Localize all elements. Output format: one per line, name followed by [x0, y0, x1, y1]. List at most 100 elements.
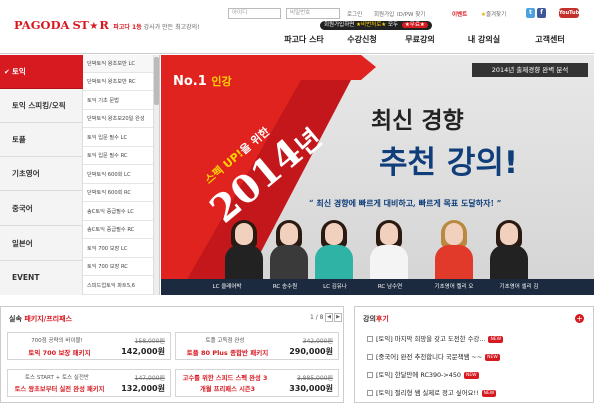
star-icon: ★ [89, 21, 99, 32]
course-item[interactable]: 단박토익 왕초보20일 완성 [83, 110, 153, 128]
teacher-body [370, 245, 408, 279]
package-price: 330,000원 [289, 384, 333, 393]
course-item[interactable]: 스피드업토익 파트5,6 [83, 277, 153, 295]
header: PAGODA ST ★ R 파고다 1등 강사가 만든 최고강의! 아이디 비밀… [0, 0, 594, 54]
category-basic-english[interactable]: 기초영어 [0, 157, 83, 191]
package-subtitle: 토스 START + 토스 실전반 [25, 375, 89, 381]
package-original-price: 158,000원 [134, 338, 165, 345]
no1-text: No.1 [173, 74, 207, 89]
teacher-caption[interactable]: 기초영어 켈리 오 [422, 279, 486, 295]
logo[interactable]: PAGODA ST ★ R 파고다 1등 강사가 만든 최고강의! [14, 18, 200, 32]
nav-enroll[interactable]: 수강신청 [338, 31, 386, 49]
package-title: 실속 패키지/프리패스 [9, 314, 72, 324]
package-original-price: 3,885,000원 [296, 375, 333, 382]
course-item[interactable]: 토익 기초 문법 [83, 92, 153, 110]
teacher-caption[interactable]: LC 김유나 [307, 279, 363, 295]
main-nav: 파고다 스타 수강신청 무료강의 내 강의실 고객센터 [280, 31, 594, 49]
page: PAGODA ST ★ R 파고다 1등 강사가 만든 최고강의! 아이디 비밀… [0, 0, 594, 403]
course-item[interactable]: 토익 입문 필수 RC [83, 147, 153, 165]
review-text: [중국어] 완전 추천합니다 국문책쌤 ~~ [376, 353, 483, 361]
hero-banner[interactable]: No.1 인강 스펙 UP!을 위한 2014년 2014년 출제경향 완벽 분… [161, 55, 594, 295]
logo-brand-3: R [99, 18, 109, 32]
hero-no1-label: No.1 인강 [173, 73, 232, 89]
facebook-icon[interactable]: f [537, 8, 546, 18]
teacher-caption[interactable]: RC 남수연 [362, 279, 418, 295]
category-chinese[interactable]: 중국어 [0, 192, 83, 226]
teacher-face [325, 223, 343, 245]
course-item[interactable]: 단박토익 왕초보반 LC [83, 55, 153, 73]
review-text: [토익] 절리형 쌤 실제로 정고 싶어요!! [376, 389, 479, 397]
nav-pagoda-star[interactable]: 파고다 스타 [280, 31, 328, 49]
review-item[interactable]: [토익] 마지막 희망을 갖고 도전한 수강... NEW [367, 333, 587, 345]
promo-text-4: ★무료★ [401, 22, 428, 28]
teacher-photo [486, 220, 532, 279]
plus-icon[interactable]: + [575, 314, 584, 323]
teacher-body [490, 245, 528, 279]
teacher-body [225, 245, 263, 279]
prev-arrow-icon[interactable]: ◀ [325, 313, 333, 322]
review-item[interactable]: [중국어] 완전 추천합니다 국문책쌤 ~~ NEW [367, 351, 587, 363]
nav-my-classroom[interactable]: 내 강의실 [460, 31, 508, 49]
course-list-scrollbar[interactable] [153, 55, 159, 295]
category-toeic[interactable]: ✔ 토익 [0, 55, 89, 89]
category-label: 토익 [12, 67, 26, 76]
signup-link[interactable]: 회원가입 [374, 10, 394, 18]
package-card[interactable]: 고수를 위한 스피드 스펙 완성 3 개월 프리패스 시즌3 3,885,000… [175, 369, 339, 397]
teacher-caption[interactable]: LC 클레어박 [199, 279, 255, 295]
package-card[interactable]: 토플 고득점 완성 토플 80 Plus 종합반 패키지 342,000원 29… [175, 332, 339, 360]
check-icon: ✔ [4, 68, 10, 76]
password-input[interactable]: 비밀번호 [286, 8, 340, 19]
review-item[interactable]: [토익] 절리형 쌤 실제로 정고 싶어요!! NEW [367, 387, 587, 399]
teacher-caption[interactable]: 기초영어 셀리 김 [487, 279, 551, 295]
package-original-price: 342,000원 [302, 338, 333, 345]
course-item[interactable]: 송C토익 중급필수 LC [83, 203, 153, 221]
nav-free-lectures[interactable]: 무료강의 [396, 31, 444, 49]
teacher-caption[interactable]: RC 송수원 [257, 279, 313, 295]
category-toeic-speaking[interactable]: 토익 스피킹/오픽 [0, 89, 83, 123]
review-title-a: 강의 [363, 315, 376, 323]
youtube-icon[interactable]: YouTube [559, 8, 583, 18]
course-item[interactable]: 단박토익 600회 LC [83, 166, 153, 184]
no1-suffix: 인강 [211, 75, 232, 88]
new-badge: NEW [488, 335, 504, 343]
review-panel: 강의후기 + [토익] 마지막 희망을 갖고 도전한 수강... NEW [중국어… [354, 306, 594, 403]
header-divider [0, 53, 594, 54]
find-id-pw-link[interactable]: ID/PW 찾기 [397, 10, 425, 18]
category-event[interactable]: EVENT [0, 261, 83, 295]
promo-text-2: ★비번처로★ [356, 22, 387, 28]
favorites-link[interactable]: ★즐겨찾기 [481, 10, 506, 18]
course-item[interactable]: 토익 입문 필수 LC [83, 129, 153, 147]
package-name: 토플 80 Plus 종합반 패키지 [186, 349, 269, 357]
teacher-photo [266, 220, 312, 279]
nav-customer-center[interactable]: 고객센터 [526, 31, 574, 49]
package-price: 142,000원 [121, 347, 165, 356]
logo-brand-1: PAGODA [14, 18, 70, 32]
login-link[interactable]: 로그인 [347, 10, 362, 18]
package-name: 토익 700 보장 패키지 [28, 349, 91, 357]
review-item[interactable]: [토익] 한달만에 RC390->450 NEW [367, 369, 587, 381]
course-item[interactable]: 단박토익 600회 RC [83, 184, 153, 202]
package-name: 개월 프리패스 시즌3 [199, 386, 256, 393]
teacher-face [235, 223, 253, 245]
scrollbar-thumb[interactable] [154, 57, 159, 105]
id-input[interactable]: 아이디 [228, 8, 281, 19]
next-arrow-icon[interactable]: ▶ [334, 313, 342, 322]
review-title-b: 후기 [375, 315, 389, 323]
package-card[interactable]: 700점 공략의 바이블! 토익 700 보장 패키지 158,000원 142… [7, 332, 171, 360]
signup-promo-banner[interactable]: 회원가입하면 ★비번처로★ 모두 ★무료★ [320, 21, 432, 30]
package-card[interactable]: 토스 START + 토스 실전반 토스 왕초보부터 실전 완성 패키지 147… [7, 369, 171, 397]
course-list: 단박토익 왕초보반 LC 단박토익 왕초보반 RC 토익 기초 문법 단박토익 … [83, 55, 160, 295]
favorites-label: 즐겨찾기 [485, 12, 507, 18]
new-badge: NEW [463, 371, 479, 379]
category-japanese[interactable]: 일본어 [0, 227, 83, 261]
course-item[interactable]: 토익 700 보장 LC [83, 240, 153, 258]
twitter-icon[interactable]: t [526, 8, 535, 18]
category-nav: ✔ 토익 토익 스피킹/오픽 토플 기초영어 중국어 일본어 EVENT [0, 55, 89, 295]
category-toefl[interactable]: 토플 [0, 123, 83, 157]
teacher-body [315, 245, 353, 279]
course-item[interactable]: 토익 700 보장 RC [83, 258, 153, 276]
event-link[interactable]: 이벤트 [452, 10, 467, 18]
new-badge: NEW [485, 353, 500, 361]
course-item[interactable]: 단박토익 왕초보반 RC [83, 73, 153, 91]
course-item[interactable]: 송C토익 중급필수 RC [83, 221, 153, 239]
